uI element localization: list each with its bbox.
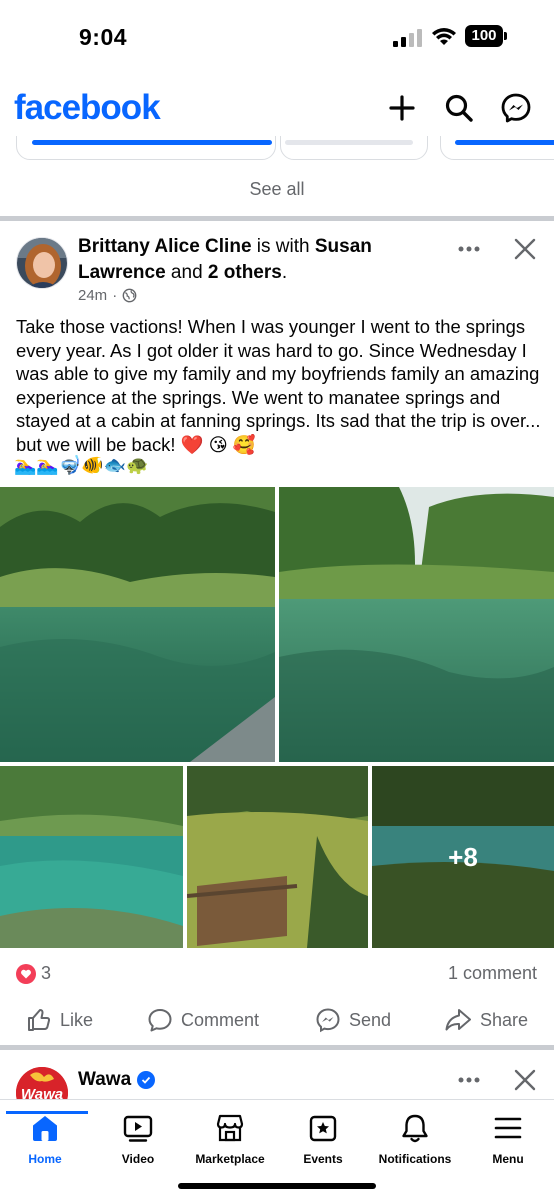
home-indicator (178, 1183, 376, 1189)
wifi-icon (432, 28, 456, 45)
post-text: Take those vactions! When I was younger … (16, 316, 541, 455)
author-avatar[interactable] (16, 237, 68, 289)
more-options-icon[interactable] (456, 236, 482, 262)
meta-separator: · (112, 287, 118, 304)
post-photo[interactable] (0, 487, 275, 762)
plus-icon[interactable] (386, 92, 418, 124)
like-button[interactable]: Like (26, 1005, 93, 1035)
more-options-icon[interactable] (456, 1067, 482, 1093)
love-reaction-icon[interactable] (16, 964, 36, 984)
search-icon[interactable] (443, 92, 475, 124)
nav-events[interactable]: Events (278, 1112, 368, 1166)
post-meta: 24m · (78, 287, 137, 304)
post-header: Brittany Alice Cline is with Susan Lawre… (78, 236, 372, 283)
stories-tray[interactable] (0, 136, 554, 164)
tagged-others[interactable]: 2 others (208, 262, 282, 283)
events-icon (309, 1115, 337, 1142)
hamburger-menu-icon (494, 1117, 522, 1139)
bell-icon (402, 1114, 428, 1143)
with-text: is with (251, 236, 315, 257)
post-time[interactable]: 24m (78, 287, 107, 304)
nav-marketplace[interactable]: Marketplace (185, 1112, 275, 1166)
comment-icon (148, 1009, 172, 1032)
video-icon (123, 1115, 153, 1142)
story-card[interactable] (280, 136, 428, 160)
close-icon[interactable] (513, 1068, 537, 1092)
story-card[interactable] (440, 136, 554, 160)
emoji-line: 🏊‍♀️🏊‍♀️🤿🐠🐟🐢 (14, 455, 149, 475)
send-button[interactable]: Send (315, 1005, 391, 1035)
app-header: facebook (0, 72, 554, 144)
facebook-logo[interactable]: facebook (14, 88, 161, 128)
globe-icon (122, 288, 137, 303)
close-icon[interactable] (513, 237, 537, 261)
see-all-link[interactable]: See all (0, 179, 554, 200)
share-icon (445, 1009, 471, 1031)
messenger-icon[interactable] (500, 92, 532, 124)
comment-button[interactable]: Comment (147, 1005, 259, 1035)
more-photos-count[interactable]: +8 (372, 766, 554, 948)
reaction-count[interactable]: 3 (41, 963, 51, 984)
post-photo-more[interactable]: +8 (372, 766, 554, 948)
feed-divider (0, 216, 554, 221)
home-icon (33, 1116, 57, 1141)
share-button[interactable]: Share (444, 1005, 528, 1035)
post-photo[interactable] (0, 766, 183, 948)
post-photo[interactable] (187, 766, 368, 948)
nav-video[interactable]: Video (93, 1112, 183, 1166)
nav-notifications[interactable]: Notifications (370, 1112, 460, 1166)
author-name[interactable]: Brittany Alice Cline (78, 236, 252, 257)
comment-count[interactable]: 1 comment (448, 963, 537, 984)
and-text: and (165, 262, 208, 283)
nav-active-indicator (6, 1111, 88, 1114)
status-bar: 9:04 100 (0, 0, 554, 72)
marketplace-icon (216, 1114, 244, 1142)
status-time: 9:04 (79, 24, 128, 50)
battery-icon: 100 (465, 25, 507, 47)
messenger-send-icon (316, 1008, 340, 1033)
nav-home[interactable]: Home (0, 1111, 90, 1166)
nav-menu[interactable]: Menu (463, 1112, 553, 1166)
story-card[interactable] (16, 136, 276, 160)
like-icon (28, 1009, 51, 1031)
feed-divider (0, 1045, 554, 1050)
battery-level: 100 (465, 25, 503, 47)
post-photo[interactable] (279, 487, 554, 762)
next-post-author[interactable]: Wawa (78, 1069, 156, 1091)
verified-badge-icon (137, 1071, 156, 1089)
signal-icon (393, 29, 422, 47)
